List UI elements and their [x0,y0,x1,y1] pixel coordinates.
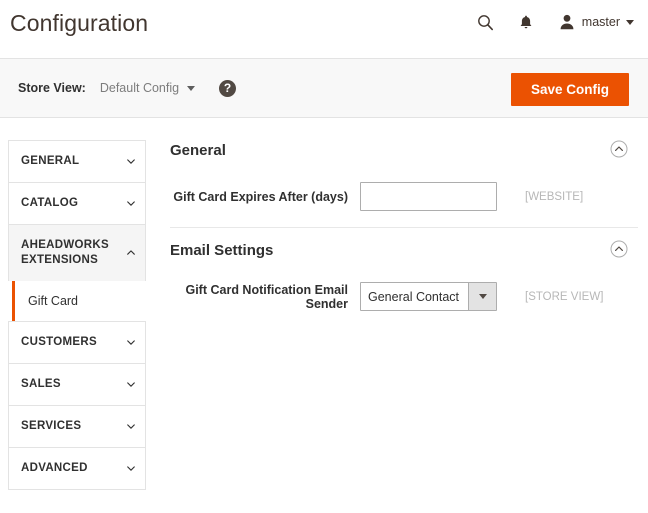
chevron-down-icon [127,423,135,432]
email-sender-select[interactable]: General Contact [360,282,497,311]
search-icon[interactable] [472,8,500,36]
save-config-button[interactable]: Save Config [510,73,629,106]
store-view-label: Store View: [18,81,86,95]
sidebar-item-customers[interactable]: CUSTOMERS [9,322,145,363]
fieldset-general: General Gift Card Expires After (days) [… [170,128,638,227]
sidebar-item-label: ADVANCED [21,462,88,474]
fieldset-title: Email Settings [170,242,274,259]
config-main-content: General Gift Card Expires After (days) [… [170,128,638,327]
gift-card-expires-input[interactable] [360,182,497,211]
sidebar-section-services: SERVICES [8,405,146,447]
sidebar-item-advanced[interactable]: ADVANCED [9,448,145,489]
fieldset-email-settings: Email Settings Gift Card Notification Em… [170,227,638,327]
bell-icon[interactable] [512,8,540,36]
field-label: Gift Card Notification Email Sender [185,282,348,311]
user-name: master [581,15,620,29]
page-body: GENERAL CATALOG AHEADWORKS EXTENSIONS Gi… [0,118,648,511]
sidebar-section-aheadworks-extensions: AHEADWORKS EXTENSIONS [8,224,146,281]
field-label: Gift Card Expires After (days) [173,189,348,204]
fieldset-title: General [170,142,226,159]
store-view-value: Default Config [99,81,180,95]
sidebar-section-catalog: CATALOG [8,182,146,224]
sidebar-item-aheadworks-extensions[interactable]: AHEADWORKS EXTENSIONS [9,225,145,281]
page-title: Configuration [10,10,149,36]
chevron-down-icon [626,19,634,25]
sidebar-item-label: AHEADWORKS EXTENSIONS [21,239,109,266]
sidebar-section-general: GENERAL [8,140,146,182]
field-row-email-sender: Gift Card Notification Email Sender Gene… [170,272,638,327]
sidebar-item-sales[interactable]: SALES [9,364,145,405]
chevron-down-icon [127,465,135,474]
chevron-down-icon [187,85,196,91]
sidebar-item-label: SERVICES [21,420,82,432]
chevron-up-icon [127,250,135,258]
sidebar-item-label: GENERAL [21,155,80,167]
sidebar-item-catalog[interactable]: CATALOG [9,183,145,224]
chevron-down-icon [127,381,135,390]
scope-label: [STORE VIEW] [525,290,604,303]
collapse-circle-up-icon[interactable] [610,140,628,158]
user-avatar-icon [560,14,574,30]
sidebar-item-general[interactable]: GENERAL [9,141,145,182]
sidebar-subitem-label: Gift Card [28,294,79,308]
sidebar-section-advanced: ADVANCED [8,447,146,490]
page-header: Configuration master [0,0,648,58]
sidebar-section-sales: SALES [8,363,146,405]
chevron-down-icon [127,158,135,167]
store-view-switcher[interactable]: Default Config [99,81,196,95]
store-view-bar: Store View: Default Config ? Save Config [0,58,648,118]
sidebar-item-services[interactable]: SERVICES [9,406,145,447]
chevron-down-icon [478,294,487,299]
config-sidebar-nav: GENERAL CATALOG AHEADWORKS EXTENSIONS Gi… [8,140,146,490]
header-tools: master [460,8,634,36]
sidebar-section-customers: CUSTOMERS [8,321,146,363]
user-menu[interactable]: master [558,13,634,31]
sidebar-item-label: SALES [21,378,61,390]
sidebar-item-gift-card[interactable]: Gift Card [8,281,146,321]
question-mark-icon[interactable]: ? [219,79,237,97]
sidebar-subitems: Gift Card [8,281,146,321]
collapse-circle-up-icon[interactable] [610,240,628,258]
fieldset-general-header[interactable]: General [170,128,638,172]
chevron-down-icon [127,339,135,348]
field-row-gift-card-expires: Gift Card Expires After (days) [WEBSITE] [170,172,638,227]
sidebar-item-label: CUSTOMERS [21,336,97,348]
scope-label: [WEBSITE] [525,190,584,203]
chevron-down-icon [127,200,135,209]
fieldset-email-settings-header[interactable]: Email Settings [170,228,638,272]
select-dropdown-button[interactable] [468,283,496,310]
sidebar-item-label: CATALOG [21,197,79,209]
email-sender-selected-value: General Contact [368,289,460,304]
